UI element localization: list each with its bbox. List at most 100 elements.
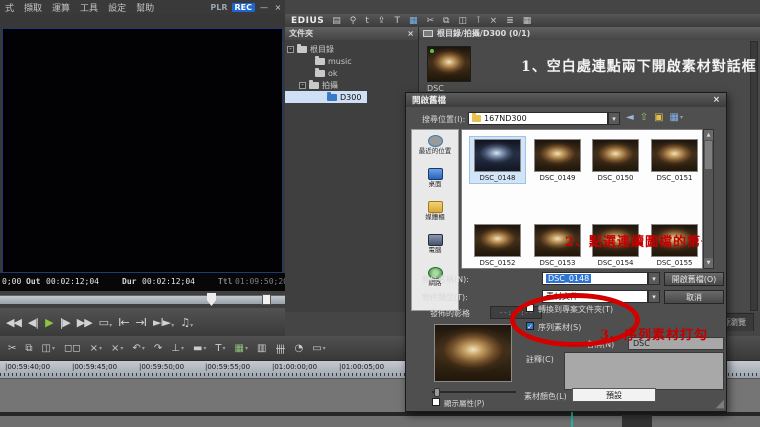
file-name-input[interactable]: DSC_0148 — [542, 272, 648, 285]
place-computer[interactable]: 電腦 — [412, 234, 458, 267]
playhead-marker[interactable] — [207, 293, 216, 306]
copy-icon[interactable]: ⧉ — [25, 343, 32, 354]
jump-to-edit-button[interactable]: ►I► — [153, 316, 173, 329]
tree-item-music[interactable]: music — [285, 55, 418, 67]
next-frame-button[interactable]: |▶ — [60, 316, 70, 329]
folder-panel-close-icon[interactable]: × — [407, 29, 414, 38]
title-icon[interactable]: T — [215, 343, 225, 354]
file-thumbnail[interactable] — [651, 139, 698, 172]
join-icon[interactable]: ▬ — [193, 343, 206, 354]
new-folder-icon[interactable]: ▣ — [654, 112, 663, 123]
up-folder-icon[interactable]: ⇧ — [640, 112, 648, 123]
look-in-combobox[interactable]: 167ND300 — [468, 112, 608, 125]
file-item[interactable]: DSC_0152 — [470, 222, 525, 268]
cut-icon[interactable]: ✂ — [426, 16, 434, 26]
prev-frame-button[interactable]: ◀| — [28, 316, 38, 329]
menu-item[interactable]: 設定 — [103, 1, 131, 14]
view-grid-icon[interactable]: ▦ — [523, 16, 532, 26]
layouter-icon[interactable]: ▦ — [409, 16, 418, 26]
tree-item-root[interactable]: - 根目錄 — [285, 43, 418, 55]
tree-expander[interactable]: - — [287, 46, 294, 53]
paste-icon[interactable]: ◫ — [458, 16, 467, 26]
grid-icon[interactable]: ▥ — [257, 343, 266, 354]
dialog-title-bar[interactable]: 開啟舊檔 × — [406, 93, 726, 107]
delete-icon[interactable]: × — [490, 16, 498, 26]
file-thumbnail[interactable] — [592, 139, 639, 172]
ffwd-button[interactable]: ▶▶ — [77, 316, 92, 329]
search-icon[interactable]: ⚲ — [350, 16, 357, 26]
bin-scrollbar[interactable] — [750, 41, 758, 311]
cut-icon[interactable]: ✂ — [8, 343, 16, 354]
position-bar[interactable] — [0, 291, 285, 308]
paste-icon[interactable]: ◫ — [42, 343, 55, 354]
file-list-scrollbar[interactable]: ▲ ▼ — [703, 129, 714, 269]
scroll-thumb[interactable] — [705, 141, 712, 169]
view-menu-icon[interactable]: ▦ — [670, 112, 683, 123]
folder-icon[interactable]: ▤ — [332, 16, 341, 26]
file-type-dropdown-icon[interactable]: ▾ — [648, 290, 660, 303]
file-thumbnail[interactable] — [474, 224, 521, 257]
clock-icon[interactable]: ◔ — [294, 343, 303, 354]
back-icon[interactable]: ◄ — [626, 112, 634, 123]
file-item[interactable]: DSC_0150 — [588, 137, 643, 183]
bin-clip-thumbnail[interactable] — [427, 46, 471, 82]
menu-item[interactable]: 式 — [0, 1, 19, 14]
display-mode-button[interactable]: ▭ — [99, 316, 111, 329]
ripple-icon[interactable]: ◻◻ — [64, 343, 81, 354]
lowercase-t-icon[interactable]: t — [365, 16, 369, 26]
show-properties-checkbox[interactable] — [432, 398, 440, 406]
place-desktop[interactable]: 桌面 — [412, 168, 458, 201]
menu-item[interactable]: 擷取 — [19, 1, 47, 14]
scroll-down-icon[interactable]: ▼ — [704, 258, 713, 268]
cancel-button[interactable]: 取消 — [664, 290, 724, 304]
redo-icon[interactable]: ↷ — [154, 343, 162, 354]
properties-icon[interactable]: ≣ — [506, 16, 514, 26]
split-add-icon[interactable]: × — [111, 343, 123, 354]
minimize-button[interactable]: — — [259, 3, 269, 12]
menu-item[interactable]: 工具 — [75, 1, 103, 14]
play-button[interactable]: ▶ — [45, 316, 52, 329]
audio-button[interactable]: ♫ — [180, 316, 192, 329]
open-button[interactable]: 開啟舊檔(O) — [664, 272, 724, 286]
file-thumbnail[interactable] — [534, 139, 581, 172]
menu-item[interactable]: 運算 — [47, 1, 75, 14]
out-point-marker[interactable] — [262, 294, 271, 305]
timeline-playhead[interactable] — [571, 412, 573, 427]
split-cut-icon[interactable]: × — [90, 343, 102, 354]
mixer-icon[interactable]: 卌 — [275, 341, 285, 356]
mark-in-button[interactable]: I← — [118, 316, 128, 329]
undo-icon[interactable]: ↶ — [132, 343, 144, 354]
tree-item-shoot[interactable]: - 拍攝 — [285, 79, 418, 91]
copy-icon[interactable]: ⧉ — [443, 16, 449, 26]
effects-icon[interactable]: ▦ — [235, 343, 248, 354]
place-libraries[interactable]: 媒體櫃 — [412, 201, 458, 234]
tree-expander[interactable]: - — [299, 82, 306, 89]
recorder-mode-button[interactable]: REC — [232, 3, 256, 12]
file-item[interactable]: DSC_0151 — [647, 137, 702, 183]
rewind-button[interactable]: ◀◀ — [6, 316, 21, 329]
tree-item-d300[interactable]: D300 — [285, 91, 367, 103]
scroll-up-icon[interactable]: ▲ — [704, 130, 713, 140]
file-item[interactable]: DSC_0149 — [530, 137, 585, 183]
resize-grip-icon[interactable]: ◢ — [716, 397, 724, 410]
look-in-dropdown-icon[interactable]: ▾ — [608, 112, 620, 125]
menu-item[interactable]: 幫助 — [131, 1, 159, 14]
add-cut-point-icon[interactable]: ⊥ — [171, 343, 184, 354]
tree-item-ok[interactable]: ok — [285, 67, 418, 79]
slider-handle[interactable] — [434, 388, 440, 397]
file-thumbnail[interactable] — [474, 139, 521, 172]
place-recent[interactable]: 最近的位置 — [412, 135, 458, 168]
comment-input[interactable] — [564, 352, 724, 390]
file-item[interactable]: DSC_0148 — [470, 137, 525, 183]
default-color-button[interactable]: 預設 — [572, 388, 656, 402]
file-name-dropdown-icon[interactable]: ▾ — [648, 272, 660, 285]
monitor-icon[interactable]: ▭ — [312, 343, 325, 354]
player-mode-button[interactable]: PLR — [210, 3, 227, 12]
preview-slider[interactable] — [432, 388, 516, 396]
title-icon[interactable]: T — [394, 16, 400, 26]
capture-icon[interactable]: ⇪ — [378, 16, 386, 26]
pin-icon[interactable]: ⊺ — [476, 16, 481, 26]
dialog-close-icon[interactable]: × — [713, 95, 720, 105]
scrub-track[interactable] — [0, 295, 285, 304]
close-button[interactable]: × — [273, 3, 283, 12]
